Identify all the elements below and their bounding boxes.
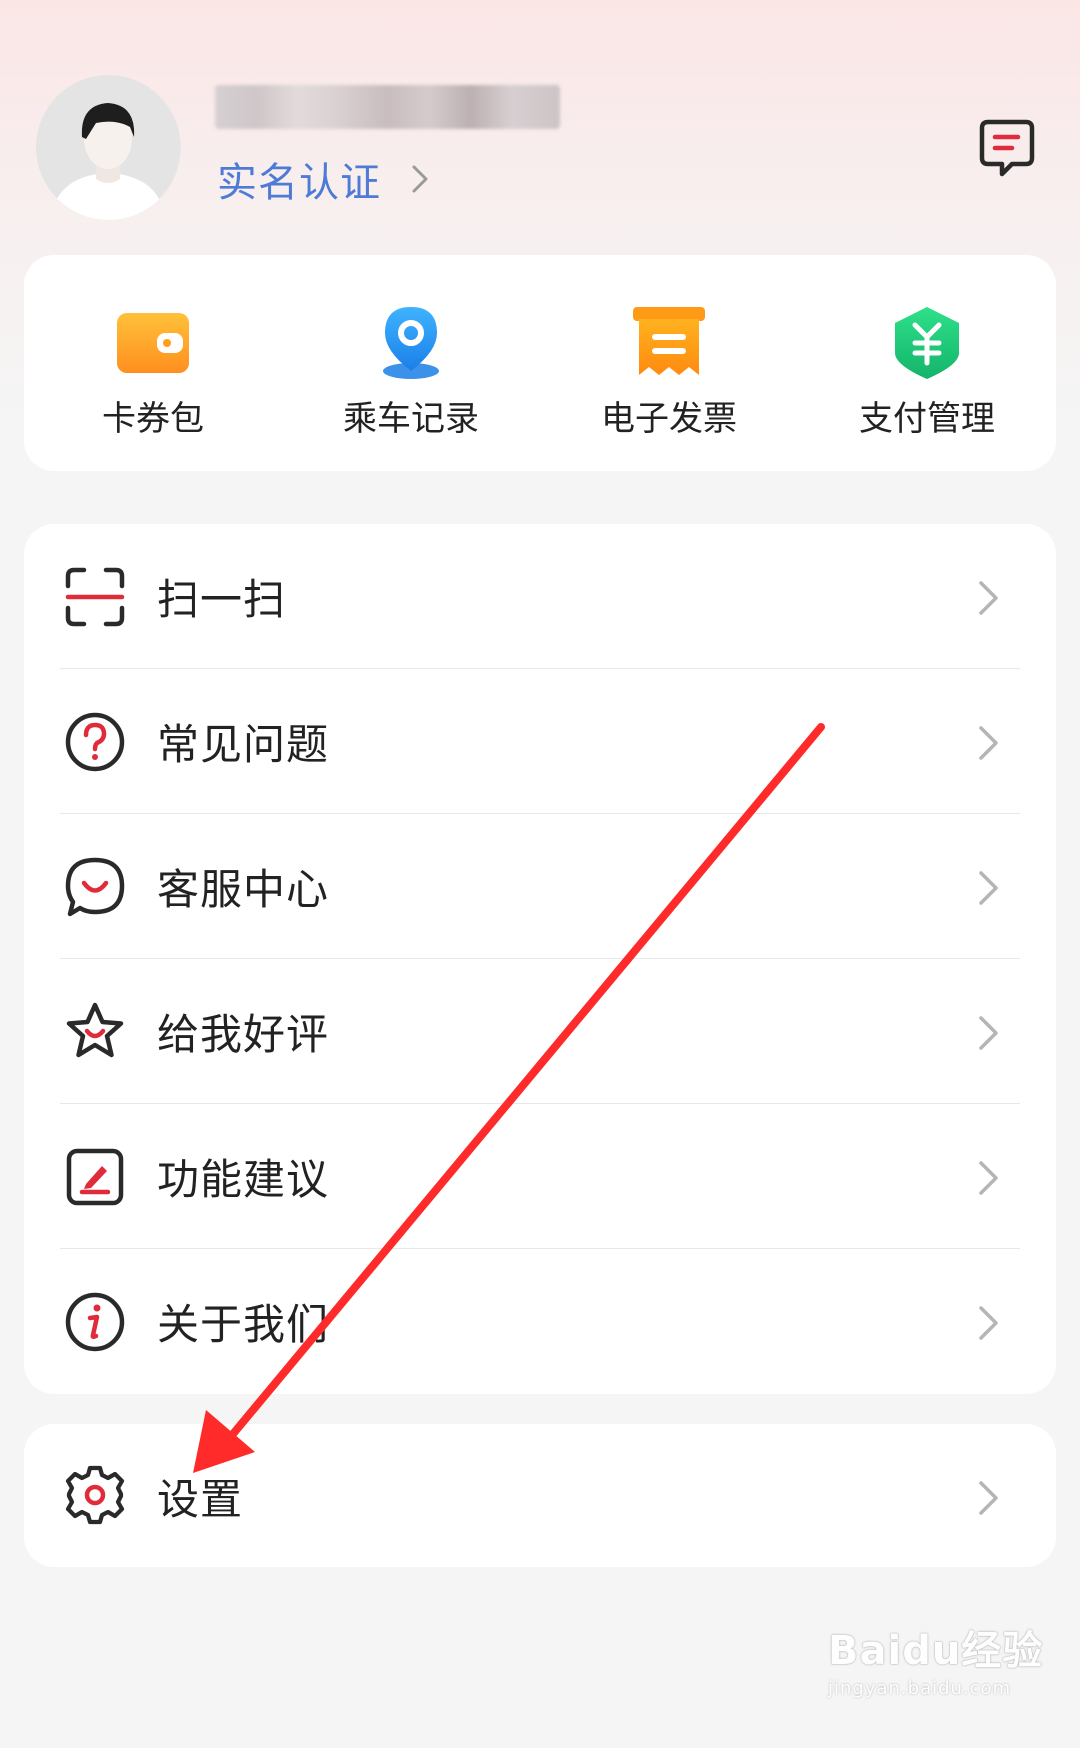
watermark-brand: Baidu经验 [828,1628,1044,1674]
menu-item-label: 给我好评 [157,1010,330,1059]
watermark-url: jingyan.baidu.com [828,1678,1012,1699]
customer-service-icon [65,857,125,917]
location-pin-icon [383,307,439,379]
question-icon [65,712,125,772]
real-name-verification-link[interactable]: 实名认证 [217,150,435,208]
quick-action-label: 卡券包 [102,399,204,439]
quick-action-label: 乘车记录 [343,399,479,439]
yuan-shield-icon [895,307,959,379]
quick-action-label: 电子发票 [601,399,737,439]
chevron-right-icon [412,165,428,193]
menu-item-scan[interactable]: 扫一扫 [24,524,1056,669]
menu-item-label: 关于我们 [157,1300,330,1349]
chevron-right-icon [979,1016,998,1050]
chevron-right-icon [979,1161,998,1195]
scan-icon [65,567,125,627]
feedback-edit-icon [66,1148,124,1206]
quick-action-card-wallet[interactable]: 卡券包 [24,255,282,471]
chevron-right-icon [979,871,998,905]
quick-action-payment-management[interactable]: 支付管理 [798,255,1056,471]
menu-item-label: 扫一扫 [157,575,287,624]
menu-item-label: 常见问题 [157,720,330,769]
menu-item-customer-service[interactable]: 客服中心 [24,814,1056,959]
wallet-icon [117,313,189,373]
menu-item-about-us[interactable]: 关于我们 [24,1249,1056,1394]
chevron-right-icon [979,1306,998,1340]
quick-action-e-invoice[interactable]: 电子发票 [540,255,798,471]
chevron-right-icon [979,581,998,615]
avatar[interactable] [36,75,181,220]
settings-card: 设置 [24,1424,1056,1567]
menu-item-label: 客服中心 [157,865,330,914]
star-icon [66,1002,124,1058]
menu-item-feature-suggestion[interactable]: 功能建议 [24,1104,1056,1249]
menu-item-settings[interactable]: 设置 [24,1424,1056,1569]
menu-list-card: 扫一扫 常见问题 客服中心 给我好评 功能建议 关于我们 [24,524,1056,1394]
chevron-right-icon [979,726,998,760]
message-icon[interactable] [978,118,1036,180]
quick-action-ride-records[interactable]: 乘车记录 [282,255,540,471]
gear-icon [65,1465,125,1525]
menu-item-rate-us[interactable]: 给我好评 [24,959,1056,1104]
real-name-verification-label: 实名认证 [217,160,381,206]
username-blurred [215,85,560,129]
menu-item-label: 功能建议 [157,1155,330,1204]
menu-item-label: 设置 [157,1475,244,1524]
baidu-jingyan-watermark: Baidu经验 jingyan.baidu.com [828,1618,1043,1699]
profile-header: 实名认证 [0,0,1080,250]
invoice-icon [633,307,705,375]
info-icon [65,1292,125,1352]
chevron-right-icon [979,1481,998,1515]
menu-item-faq[interactable]: 常见问题 [24,669,1056,814]
quick-action-label: 支付管理 [859,399,995,439]
quick-actions-card: 卡券包 乘车记录 电子发票 支付管理 [24,255,1056,471]
